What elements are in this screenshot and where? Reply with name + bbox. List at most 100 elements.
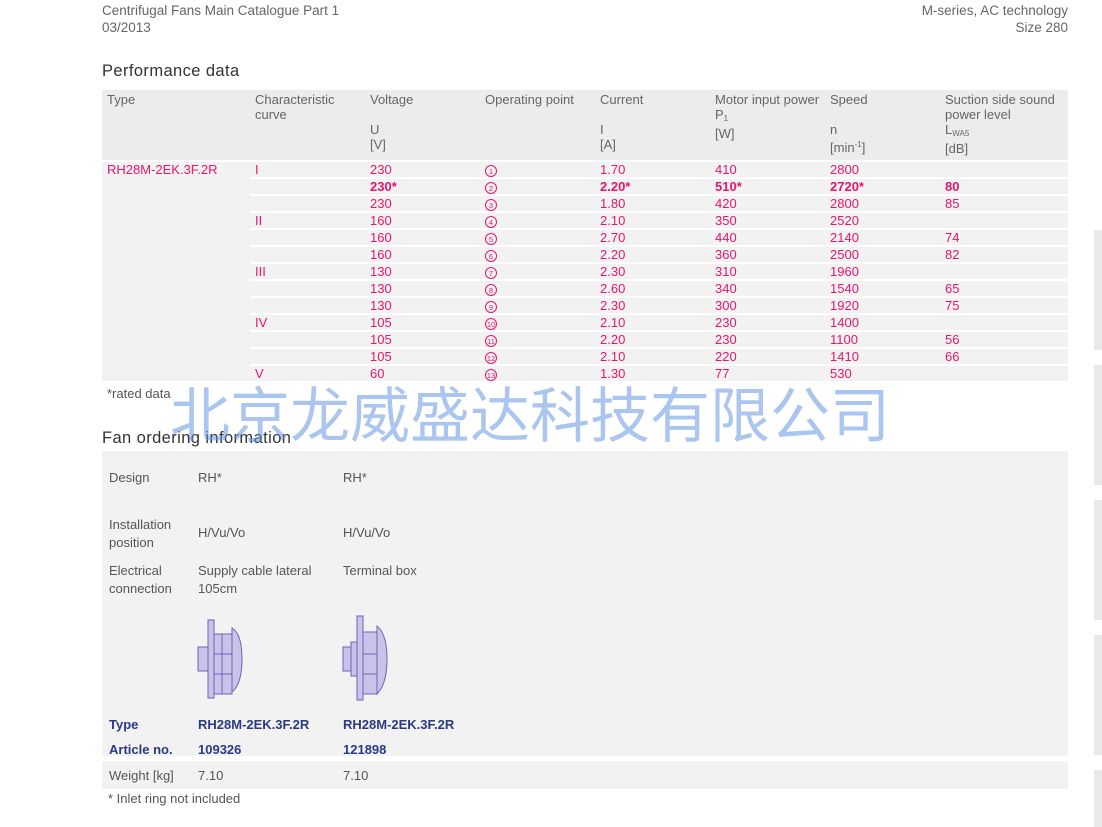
operating-point-cell: 10 (480, 315, 595, 330)
catalogue-date: 03/2013 (102, 20, 151, 35)
sound-cell: 74 (940, 230, 1068, 245)
current-cell: 2.20 (595, 332, 710, 347)
operating-point-marker: 9 (485, 301, 497, 313)
page-edge-mark (1094, 635, 1102, 755)
current-cell: 2.20* (595, 179, 710, 194)
table-header-row: Type Characteristic curve Voltage U [V] … (102, 90, 1068, 160)
performance-table: Type Characteristic curve Voltage U [V] … (102, 88, 1068, 383)
installation-value-1: H/Vu/Vo (198, 525, 246, 540)
operating-point-cell: 1 (480, 162, 595, 177)
inlet-ring-note: * Inlet ring not included (108, 791, 241, 806)
speed-cell: 1920 (825, 298, 940, 313)
operating-point-marker: 12 (485, 352, 497, 364)
type-cell: RH28M-2EK.3F.2R (102, 162, 250, 381)
col-voltage: Voltage U [V] (365, 90, 480, 160)
speed-cell: 1540 (825, 281, 940, 296)
voltage-cell: 230 (365, 196, 480, 211)
operating-point-marker: 7 (485, 267, 497, 279)
table-row: RH28M-2EK.3F.2R I 230 1 1.70 410 2800 (102, 162, 1068, 381)
curve-cell (250, 196, 365, 211)
voltage-cell: 230 (365, 162, 480, 177)
weight-value-2: 7.10 (343, 768, 369, 783)
voltage-cell: 130 (365, 281, 480, 296)
power-cell: 340 (710, 281, 825, 296)
current-cell: 2.60 (595, 281, 710, 296)
power-cell: 410 (710, 162, 825, 177)
operating-point-marker: 6 (485, 250, 497, 262)
operating-point-marker: 3 (485, 199, 497, 211)
power-cell: 230 (710, 315, 825, 330)
type-value-2: RH28M-2EK.3F.2R (343, 717, 455, 732)
curve-cell (250, 230, 365, 245)
sound-cell (940, 213, 1068, 228)
series-header: M-series, AC technology Size 280 (922, 2, 1068, 36)
curve-cell (250, 247, 365, 262)
operating-point-cell: 7 (480, 264, 595, 279)
weight-panel (102, 761, 1068, 789)
article-value-2: 121898 (343, 742, 387, 757)
installation-value-2: H/Vu/Vo (343, 525, 391, 540)
rated-data-note: *rated data (107, 386, 171, 401)
power-cell: 350 (710, 213, 825, 228)
operating-point-cell: 5 (480, 230, 595, 245)
current-cell: 2.10 (595, 349, 710, 364)
sound-cell: 80 (940, 179, 1068, 194)
speed-cell: 2140 (825, 230, 940, 245)
current-cell: 2.10 (595, 213, 710, 228)
operating-point-marker: 1 (485, 165, 497, 177)
curve-cell: I (250, 162, 365, 177)
current-cell: 2.30 (595, 298, 710, 313)
performance-body: RH28M-2EK.3F.2R I 230 1 1.70 410 2800 230* 2 2.20… (102, 162, 1068, 381)
size-label: Size 280 (1015, 20, 1068, 35)
operating-point-marker: 2 (485, 182, 497, 194)
electrical-value-1: Supply cable lateral 105cm (198, 563, 312, 596)
ordering-panel (102, 451, 1068, 756)
power-cell: 360 (710, 247, 825, 262)
voltage-cell: 130 (365, 298, 480, 313)
page-edge-mark (1094, 230, 1102, 350)
voltage-cell: 160 (365, 213, 480, 228)
current-cell: 2.20 (595, 247, 710, 262)
operating-point-cell: 6 (480, 247, 595, 262)
article-value-1: 109326 (198, 742, 242, 757)
design-label: Design (109, 470, 150, 485)
col-power: Motor input power P1 [W] (710, 90, 825, 160)
col-curve: Characteristic curve (250, 90, 365, 160)
operating-point-marker: 4 (485, 216, 497, 228)
page-edge-mark (1094, 500, 1102, 620)
operating-point-marker: 5 (485, 233, 497, 245)
weight-value-1: 7.10 (198, 768, 224, 783)
current-cell: 2.10 (595, 315, 710, 330)
col-type: Type (102, 90, 250, 160)
speed-cell: 1960 (825, 264, 940, 279)
sound-cell: 75 (940, 298, 1068, 313)
power-cell: 220 (710, 349, 825, 364)
voltage-cell: 130 (365, 264, 480, 279)
page-edge-mark (1094, 770, 1102, 827)
series-label: M-series, AC technology (921, 3, 1068, 18)
sound-cell (940, 162, 1068, 177)
voltage-cell: 160 (365, 247, 480, 262)
voltage-cell: 230* (365, 179, 480, 194)
electrical-value-2: Terminal box (343, 563, 417, 578)
col-speed: Speed n [min-1] (825, 90, 940, 160)
speed-cell: 1100 (825, 332, 940, 347)
sound-cell: 65 (940, 281, 1068, 296)
current-cell: 2.70 (595, 230, 710, 245)
speed-cell: 2720* (825, 179, 940, 194)
curve-cell (250, 281, 365, 296)
speed-cell: 1410 (825, 349, 940, 364)
design-value-2: RH* (343, 470, 367, 485)
operating-point-marker: 10 (485, 318, 497, 330)
power-cell: 310 (710, 264, 825, 279)
power-cell: 300 (710, 298, 825, 313)
col-current: Current I [A] (595, 90, 710, 160)
curve-cell (250, 332, 365, 347)
curve-cell: II (250, 213, 365, 228)
curve-cell (250, 179, 365, 194)
sound-cell (940, 264, 1068, 279)
curve-cell (250, 349, 365, 364)
fan-drawing-terminal-box-icon (342, 615, 388, 701)
operating-point-cell: 11 (480, 332, 595, 347)
design-value-1: RH* (198, 470, 222, 485)
